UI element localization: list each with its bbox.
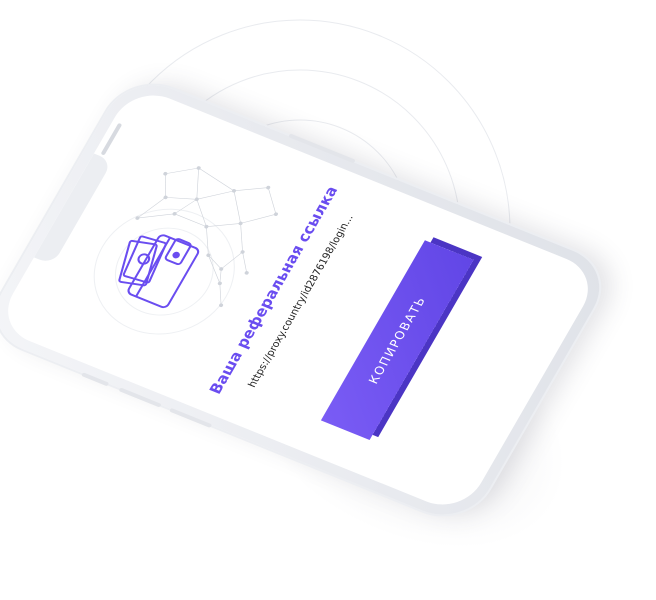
copy-button[interactable]: КОПИРОВАТЬ [320,240,474,441]
wallet-with-cash-icon [93,166,278,335]
illustration-rings [93,208,235,335]
scene: Ваша реферальная ссылка https://proxy.co… [0,0,656,600]
wallet-shape [118,234,200,309]
